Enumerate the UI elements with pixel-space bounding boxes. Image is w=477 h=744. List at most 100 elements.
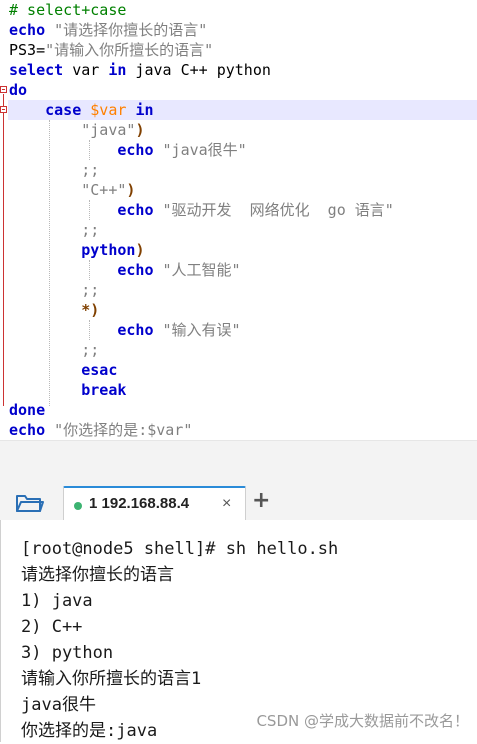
code-token: )	[135, 121, 145, 139]
code-line: PS3="请输入你所擅长的语言"	[9, 40, 213, 60]
code-line: do	[9, 80, 27, 100]
code-token: echo	[117, 141, 154, 159]
code-token: "输入有误"	[162, 321, 241, 339]
code-line: echo "驱动开发 网络优化 go 语言"	[9, 200, 394, 220]
code-line: "java")	[9, 120, 144, 140]
code-token: done	[9, 401, 46, 419]
close-icon[interactable]: ×	[222, 495, 231, 513]
tab-session[interactable]: 1 192.168.88.4 ×	[63, 486, 246, 522]
code-line: *)	[9, 300, 99, 320]
code-token: "你选择的是:$var"	[54, 421, 193, 439]
code-token: do	[9, 81, 28, 99]
code-line: ;;	[9, 220, 99, 240]
fold-gutter	[0, 0, 8, 440]
folder-icon[interactable]	[14, 491, 44, 515]
watermark: CSDN @学成大数据前不改名！	[256, 712, 469, 730]
fold-range-case	[3, 114, 4, 370]
code-line: echo "请选择你擅长的语言"	[9, 20, 207, 40]
code-line: ;;	[9, 160, 99, 180]
code-token: "C++"	[81, 181, 127, 199]
code-line: echo "输入有误"	[9, 320, 241, 340]
code-line: echo "人工智能"	[9, 260, 241, 280]
code-line: break	[9, 380, 126, 400]
code-line: case $var in	[9, 100, 154, 120]
code-token: "驱动开发 网络优化 go 语言"	[162, 201, 394, 219]
code-line: esac	[9, 360, 117, 380]
tab-host: 192.168.88.4	[101, 495, 190, 512]
code-token: echo	[117, 321, 154, 339]
code-token: # select+case	[9, 1, 127, 19]
terminal-line: 2) C++	[21, 617, 83, 637]
terminal-line: 请选择你擅长的语言	[21, 565, 174, 585]
code-line: "C++")	[9, 180, 135, 200]
code-token: "请输入你所擅长的语言"	[45, 41, 214, 59]
code-token: ;;	[81, 161, 100, 179]
code-line: echo "你选择的是:$var"	[9, 420, 192, 440]
code-token: echo	[9, 21, 46, 39]
code-line: ;;	[9, 280, 99, 300]
code-editor[interactable]: # select+case echo "请选择你擅长的语言" PS3="请输入你所擅…	[0, 0, 477, 440]
code-token: var	[63, 61, 109, 79]
code-token: in	[135, 101, 154, 119]
code-token: select	[9, 61, 64, 79]
code-line: select var in java C++ python	[9, 60, 271, 80]
terminal-line: java很牛	[21, 695, 96, 715]
terminal-tabbar: 1 192.168.88.4 × +	[0, 440, 477, 522]
code-token: "java"	[81, 121, 136, 139]
terminal-line: 你选择的是:java	[21, 721, 158, 741]
code-token: ;;	[81, 281, 100, 299]
tab-title: 1 192.168.88.4	[89, 495, 189, 512]
connected-status-icon	[74, 502, 82, 510]
fold-toggle-do-icon[interactable]	[0, 86, 7, 93]
code-line: # select+case	[9, 0, 126, 20]
code-token: "请选择你擅长的语言"	[54, 21, 208, 39]
code-token: python	[81, 241, 136, 259]
code-line: ;;	[9, 340, 99, 360]
tab-number: 1	[89, 495, 98, 512]
code-token: "人工智能"	[162, 261, 241, 279]
fold-toggle-case-icon[interactable]	[0, 106, 7, 113]
terminal-output[interactable]: [root@node5 shell]# sh hello.sh 请选择你擅长的语…	[0, 520, 477, 742]
code-token: in	[108, 61, 127, 79]
code-token: break	[81, 381, 127, 399]
terminal-line: 1) java	[21, 591, 93, 611]
code-token: echo	[117, 201, 154, 219]
add-tab-icon[interactable]: +	[252, 489, 270, 513]
terminal-line: 请输入你所擅长的语言1	[21, 669, 202, 689]
code-token: )	[135, 241, 145, 259]
code-token: PS3=	[9, 41, 46, 59]
code-token: java C++ python	[126, 61, 271, 79]
code-line: echo "java很牛"	[9, 140, 247, 160]
code-token: ;;	[81, 221, 100, 239]
code-token: case	[45, 101, 82, 119]
terminal-line: 3) python	[21, 643, 114, 663]
code-token: echo	[9, 421, 46, 439]
code-line: done	[9, 400, 45, 420]
code-token: "java很牛"	[162, 141, 247, 159]
code-line: python)	[9, 240, 144, 260]
code-token: *)	[81, 301, 100, 319]
code-token: esac	[81, 361, 118, 379]
code-token: )	[126, 181, 136, 199]
